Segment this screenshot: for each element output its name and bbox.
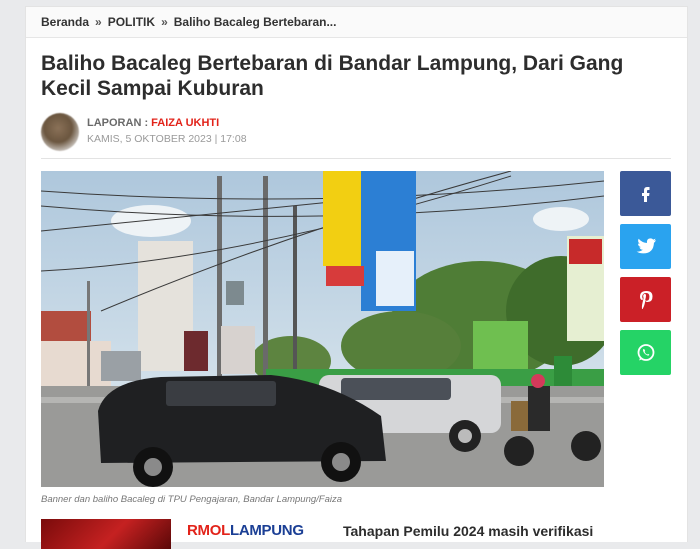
logo-text-blue: LAMPUNG bbox=[229, 522, 304, 539]
article-title: Baliho Bacaleg Bertebaran di Bandar Lamp… bbox=[41, 52, 624, 100]
breadcrumb-home-link[interactable]: Beranda bbox=[41, 15, 89, 29]
reporter-line: LAPORAN : FAIZA UKHTI bbox=[87, 117, 219, 129]
pinterest-share-button[interactable] bbox=[620, 277, 671, 322]
breadcrumb: Beranda » POLITIK » Baliho Bacaleg Berte… bbox=[26, 7, 687, 38]
related-article[interactable]: RMOLLAMPUNG Tahapan Pemilu 2024 masih ve… bbox=[41, 519, 671, 549]
breadcrumb-separator: » bbox=[161, 15, 168, 29]
share-buttons bbox=[620, 171, 671, 383]
breadcrumb-separator: » bbox=[95, 15, 102, 29]
author-avatar bbox=[41, 113, 79, 151]
logo-text-red: RMOL bbox=[187, 522, 230, 539]
article-page: Beranda » POLITIK » Baliho Bacaleg Berte… bbox=[25, 6, 688, 549]
reporter-label: LAPORAN : bbox=[87, 117, 149, 129]
facebook-icon bbox=[641, 186, 649, 202]
photo-caption: Banner dan baliho Bacaleg di TPU Pengaja… bbox=[41, 494, 343, 505]
breadcrumb-current: Baliho Bacaleg Bertebaran... bbox=[173, 15, 337, 29]
pinterest-icon bbox=[639, 290, 652, 309]
author-link[interactable]: FAIZA UKHTI bbox=[151, 117, 219, 129]
byline: LAPORAN : FAIZA UKHTI KAMIS, 5 OKTOBER 2… bbox=[41, 112, 671, 160]
whatsapp-share-button[interactable] bbox=[620, 330, 671, 375]
breadcrumb-category-link[interactable]: POLITIK bbox=[108, 15, 155, 29]
twitter-share-button[interactable] bbox=[620, 224, 671, 269]
related-article-title[interactable]: Tahapan Pemilu 2024 masih verifikasi bbox=[343, 523, 593, 539]
related-article-thumbnail[interactable] bbox=[41, 519, 171, 549]
byline-divider bbox=[41, 158, 671, 159]
publish-date: KAMIS, 5 OKTOBER 2023 | 17:08 bbox=[87, 133, 247, 145]
article-photo bbox=[41, 171, 604, 487]
rmol-lampung-logo: RMOLLAMPUNG bbox=[187, 522, 304, 539]
twitter-icon bbox=[636, 237, 656, 253]
facebook-share-button[interactable] bbox=[620, 171, 671, 216]
whatsapp-icon bbox=[637, 343, 654, 361]
